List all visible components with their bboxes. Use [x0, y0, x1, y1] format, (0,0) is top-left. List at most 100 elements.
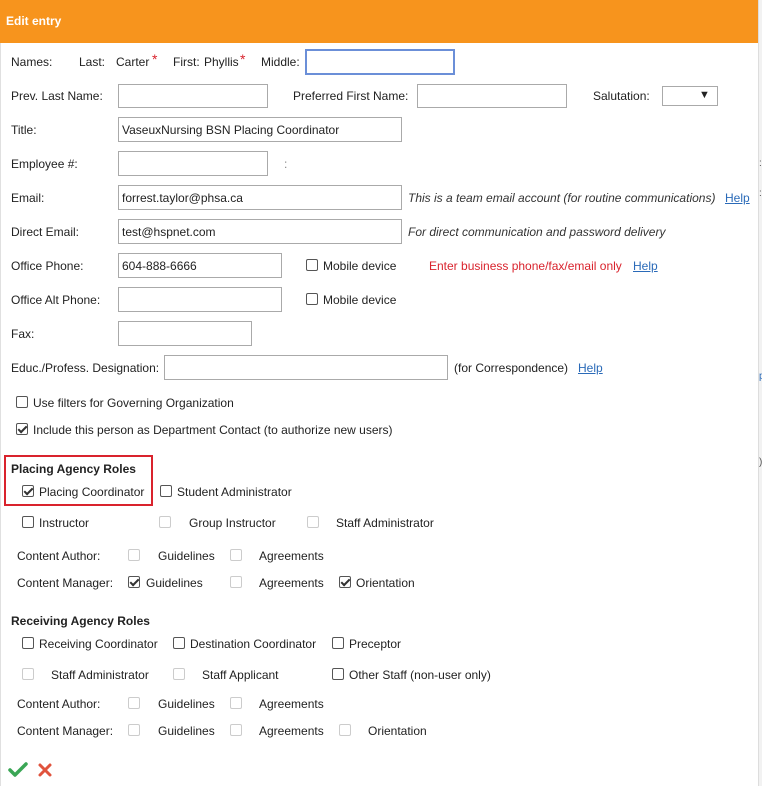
triangle-down-icon: ▼	[699, 89, 710, 101]
receiving-staff-administrator-label: Staff Administrator	[51, 668, 149, 682]
fax-input[interactable]	[118, 321, 252, 346]
first-name-value: Phyllis	[204, 55, 239, 69]
placing-staff-administrator-checkbox[interactable]	[307, 516, 319, 528]
title-input[interactable]	[118, 117, 402, 142]
preceptor-checkbox[interactable]	[332, 637, 344, 649]
office-phone-mobile-label: Mobile device	[323, 259, 397, 273]
checkmark-icon	[8, 762, 28, 777]
dialog-title-bar: Edit entry	[0, 0, 758, 43]
staff-applicant-checkbox[interactable]	[173, 668, 185, 680]
group-instructor-checkbox[interactable]	[159, 516, 171, 528]
designation-note: (for Correspondence)	[454, 361, 569, 375]
email-input[interactable]	[118, 185, 402, 210]
office-alt-phone-mobile-checkbox[interactable]	[306, 293, 318, 305]
preferred-first-name-input[interactable]	[417, 84, 567, 108]
last-label: Last:	[79, 55, 106, 69]
placing-roles-heading: Placing Agency Roles	[11, 462, 136, 476]
business-contact-warning: Enter business phone/fax/email only	[429, 259, 622, 273]
receiving-manager-guidelines-label: Guidelines	[158, 724, 215, 738]
background-page-edge	[758, 0, 762, 786]
direct-email-label: Direct Email:	[11, 225, 80, 239]
receiving-manager-orientation-checkbox[interactable]	[339, 724, 351, 736]
employee-separator: :	[284, 157, 288, 171]
use-filters-label: Use filters for Governing Organization	[33, 396, 234, 410]
designation-label: Educ./Profess. Designation:	[11, 361, 160, 375]
save-button[interactable]	[8, 761, 28, 779]
middle-name-input[interactable]	[305, 49, 455, 75]
email-label: Email:	[11, 191, 45, 205]
required-asterisk: *	[240, 51, 246, 67]
prev-last-name-input[interactable]	[118, 84, 268, 108]
fax-label: Fax:	[11, 327, 35, 341]
preferred-first-name-label: Preferred First Name:	[293, 89, 409, 103]
placing-staff-administrator-label: Staff Administrator	[336, 516, 434, 530]
instructor-checkbox[interactable]	[22, 516, 34, 528]
receiving-manager-agreements-label: Agreements	[259, 724, 324, 738]
placing-manager-guidelines-label: Guidelines	[146, 576, 203, 590]
office-alt-phone-label: Office Alt Phone:	[11, 293, 101, 307]
email-note: This is a team email account (for routin…	[408, 191, 716, 205]
receiving-author-guidelines-checkbox[interactable]	[128, 697, 140, 709]
other-staff-checkbox[interactable]	[332, 668, 344, 680]
receiving-author-agreements-label: Agreements	[259, 697, 324, 711]
placing-author-guidelines-checkbox[interactable]	[128, 549, 140, 561]
preceptor-label: Preceptor	[349, 637, 402, 651]
designation-help-link[interactable]: Help	[578, 361, 603, 375]
placing-manager-orientation-checkbox[interactable]	[339, 576, 351, 588]
receiving-author-guidelines-label: Guidelines	[158, 697, 215, 711]
receiving-author-agreements-checkbox[interactable]	[230, 697, 242, 709]
direct-email-input[interactable]	[118, 219, 402, 244]
dialog-title: Edit entry	[6, 14, 62, 28]
destination-coordinator-checkbox[interactable]	[173, 637, 185, 649]
other-staff-label: Other Staff (non-user only)	[349, 668, 491, 682]
office-alt-phone-mobile-label: Mobile device	[323, 293, 397, 307]
placing-manager-agreements-checkbox[interactable]	[230, 576, 242, 588]
receiving-roles-heading: Receiving Agency Roles	[11, 614, 150, 628]
middle-label: Middle:	[261, 55, 300, 69]
receiving-manager-guidelines-checkbox[interactable]	[128, 724, 140, 736]
employee-number-label: Employee #:	[11, 157, 78, 171]
placing-coordinator-label: Placing Coordinator	[39, 485, 145, 499]
student-administrator-label: Student Administrator	[177, 485, 292, 499]
placing-manager-orientation-label: Orientation	[356, 576, 415, 590]
destination-coordinator-label: Destination Coordinator	[190, 637, 317, 651]
department-contact-label: Include this person as Department Contac…	[33, 423, 393, 437]
required-asterisk: *	[152, 51, 158, 67]
office-phone-input[interactable]	[118, 253, 282, 278]
placing-author-agreements-checkbox[interactable]	[230, 549, 242, 561]
placing-author-guidelines-label: Guidelines	[158, 549, 215, 563]
office-phone-mobile-checkbox[interactable]	[306, 259, 318, 271]
receiving-coordinator-checkbox[interactable]	[22, 637, 34, 649]
placing-manager-agreements-label: Agreements	[259, 576, 324, 590]
placing-manager-guidelines-checkbox[interactable]	[128, 576, 140, 588]
placing-content-manager-label: Content Manager:	[17, 576, 114, 590]
placing-coordinator-checkbox[interactable]	[22, 485, 34, 497]
email-help-link[interactable]: Help	[725, 191, 750, 205]
receiving-content-manager-label: Content Manager:	[17, 724, 114, 738]
receiving-manager-agreements-checkbox[interactable]	[230, 724, 242, 736]
title-label: Title:	[11, 123, 37, 137]
prev-last-name-label: Prev. Last Name:	[11, 89, 103, 103]
receiving-manager-orientation-label: Orientation	[368, 724, 427, 738]
dialog-left-border	[0, 43, 1, 786]
office-phone-label: Office Phone:	[11, 259, 84, 273]
cancel-button[interactable]	[37, 762, 53, 778]
background-mark: :	[759, 158, 762, 169]
names-label: Names:	[11, 55, 53, 69]
employee-number-input[interactable]	[118, 151, 268, 176]
designation-input[interactable]	[164, 355, 448, 380]
office-alt-phone-input[interactable]	[118, 287, 282, 312]
use-filters-checkbox[interactable]	[16, 396, 28, 408]
background-mark: :	[759, 188, 762, 199]
student-administrator-checkbox[interactable]	[160, 485, 172, 497]
last-name-value: Carter	[116, 55, 150, 69]
staff-applicant-label: Staff Applicant	[202, 668, 279, 682]
office-phone-help-link[interactable]: Help	[633, 259, 658, 273]
receiving-content-author-label: Content Author:	[17, 697, 101, 711]
receiving-staff-administrator-checkbox[interactable]	[22, 668, 34, 680]
placing-content-author-label: Content Author:	[17, 549, 101, 563]
instructor-label: Instructor	[39, 516, 90, 530]
receiving-coordinator-label: Receiving Coordinator	[39, 637, 158, 651]
department-contact-checkbox[interactable]	[16, 423, 28, 435]
salutation-select[interactable]: ▼	[662, 86, 718, 106]
